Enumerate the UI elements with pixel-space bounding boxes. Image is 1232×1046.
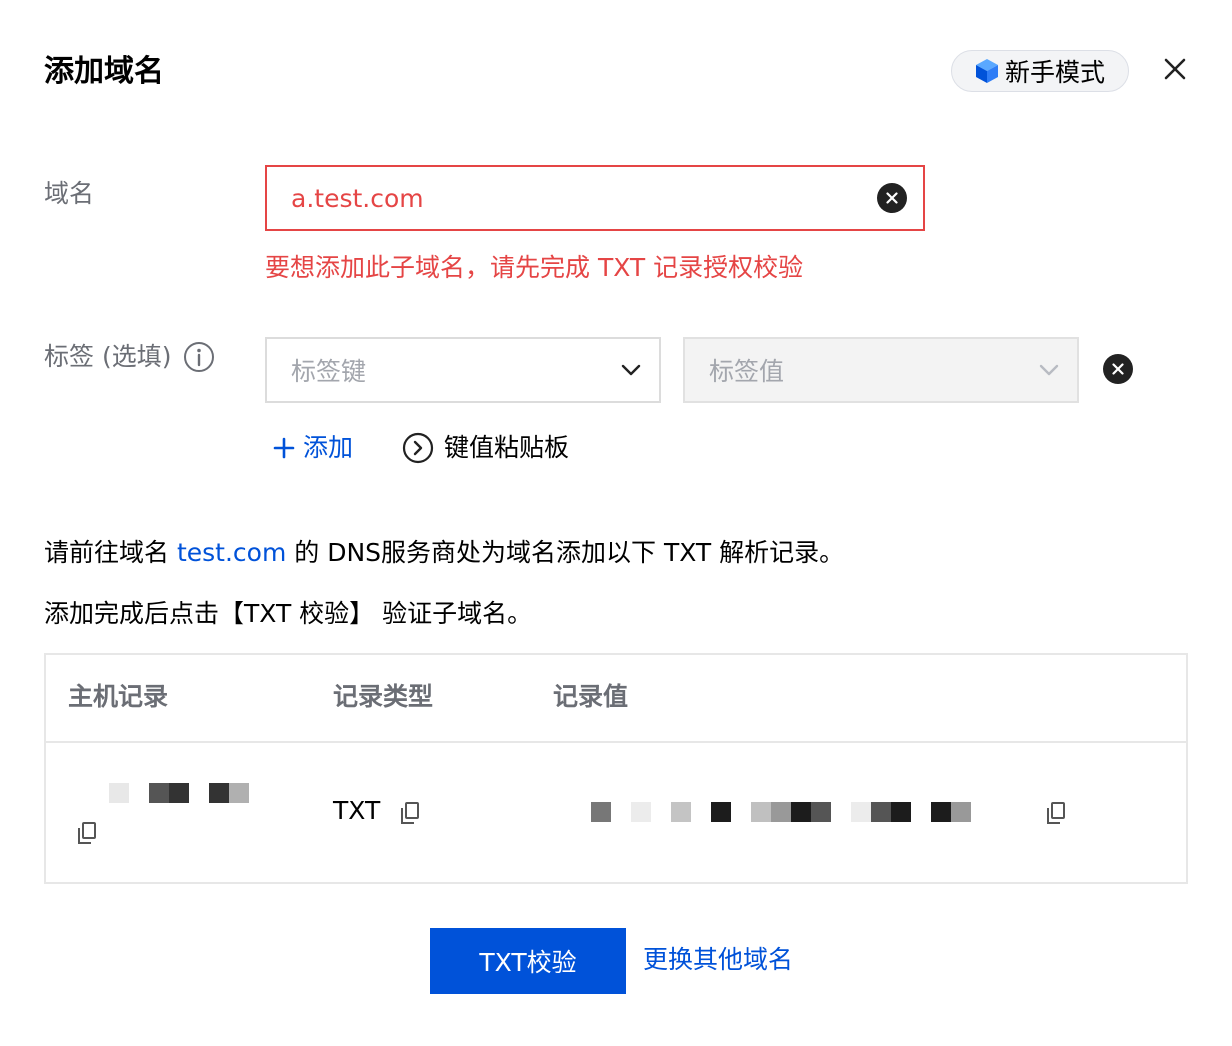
table-header-row: 主机记录 记录类型 记录值 (46, 655, 1186, 743)
tag-key-select[interactable]: 标签键 (265, 337, 661, 403)
instruction-line-1: 请前往域名 test.com 的 DNS服务商处为域名添加以下 TXT 解析记录… (44, 535, 844, 571)
guide-mode-button[interactable]: 新手模式 (951, 50, 1129, 92)
tag-value-select[interactable]: 标签值 (683, 337, 1079, 403)
paste-board-button[interactable]: 键值粘贴板 (402, 430, 569, 466)
instruction-suffix: 的 DNS服务商处为域名添加以下 TXT 解析记录。 (286, 538, 845, 567)
instruction-prefix: 请前往域名 (44, 538, 177, 567)
close-button[interactable] (1158, 52, 1192, 86)
copy-value-icon[interactable] (1045, 801, 1067, 825)
record-type-value: TXT (333, 796, 381, 825)
tags-label-group: 标签 (选填) (44, 339, 215, 375)
info-icon[interactable] (183, 341, 215, 373)
tags-label: 标签 (选填) (44, 342, 172, 371)
column-header-host: 主机记录 (68, 682, 169, 711)
plus-icon (273, 437, 295, 459)
close-icon (1164, 58, 1186, 80)
change-domain-link[interactable]: 更换其他域名 (643, 942, 793, 978)
tag-remove-button[interactable] (1103, 354, 1133, 384)
copy-type-icon[interactable] (399, 801, 421, 825)
root-domain-link[interactable]: test.com (177, 538, 286, 567)
domain-input[interactable]: a.test.com (265, 165, 925, 231)
instruction-line-2: 添加完成后点击【TXT 校验】 验证子域名。 (44, 599, 533, 628)
clear-icon (1112, 363, 1124, 375)
chevron-circle-right-icon (402, 432, 434, 464)
clear-icon (886, 192, 898, 204)
paste-board-label: 键值粘贴板 (444, 433, 570, 462)
column-header-value: 记录值 (553, 682, 629, 711)
copy-host-icon[interactable] (76, 821, 98, 845)
chevron-down-icon (621, 364, 641, 376)
domain-error-message: 要想添加此子域名，请先完成 TXT 记录授权校验 (265, 253, 804, 282)
domain-label: 域名 (44, 179, 95, 208)
domain-clear-button[interactable] (877, 183, 907, 213)
txt-record-table: 主机记录 记录类型 记录值 TXT (44, 653, 1188, 884)
txt-verify-button[interactable]: TXT校验 (430, 928, 626, 994)
dialog-title: 添加域名 (44, 54, 164, 89)
guide-mode-label: 新手模式 (1004, 58, 1105, 87)
column-header-type: 记录类型 (333, 682, 434, 711)
domain-input-value[interactable]: a.test.com (291, 184, 877, 213)
tag-key-placeholder: 标签键 (291, 357, 367, 386)
tag-value-placeholder: 标签值 (709, 357, 785, 386)
add-tag-button[interactable]: 添加 (273, 430, 353, 466)
add-tag-label: 添加 (303, 433, 354, 462)
chevron-down-icon (1039, 364, 1059, 376)
cube-icon (975, 59, 998, 83)
